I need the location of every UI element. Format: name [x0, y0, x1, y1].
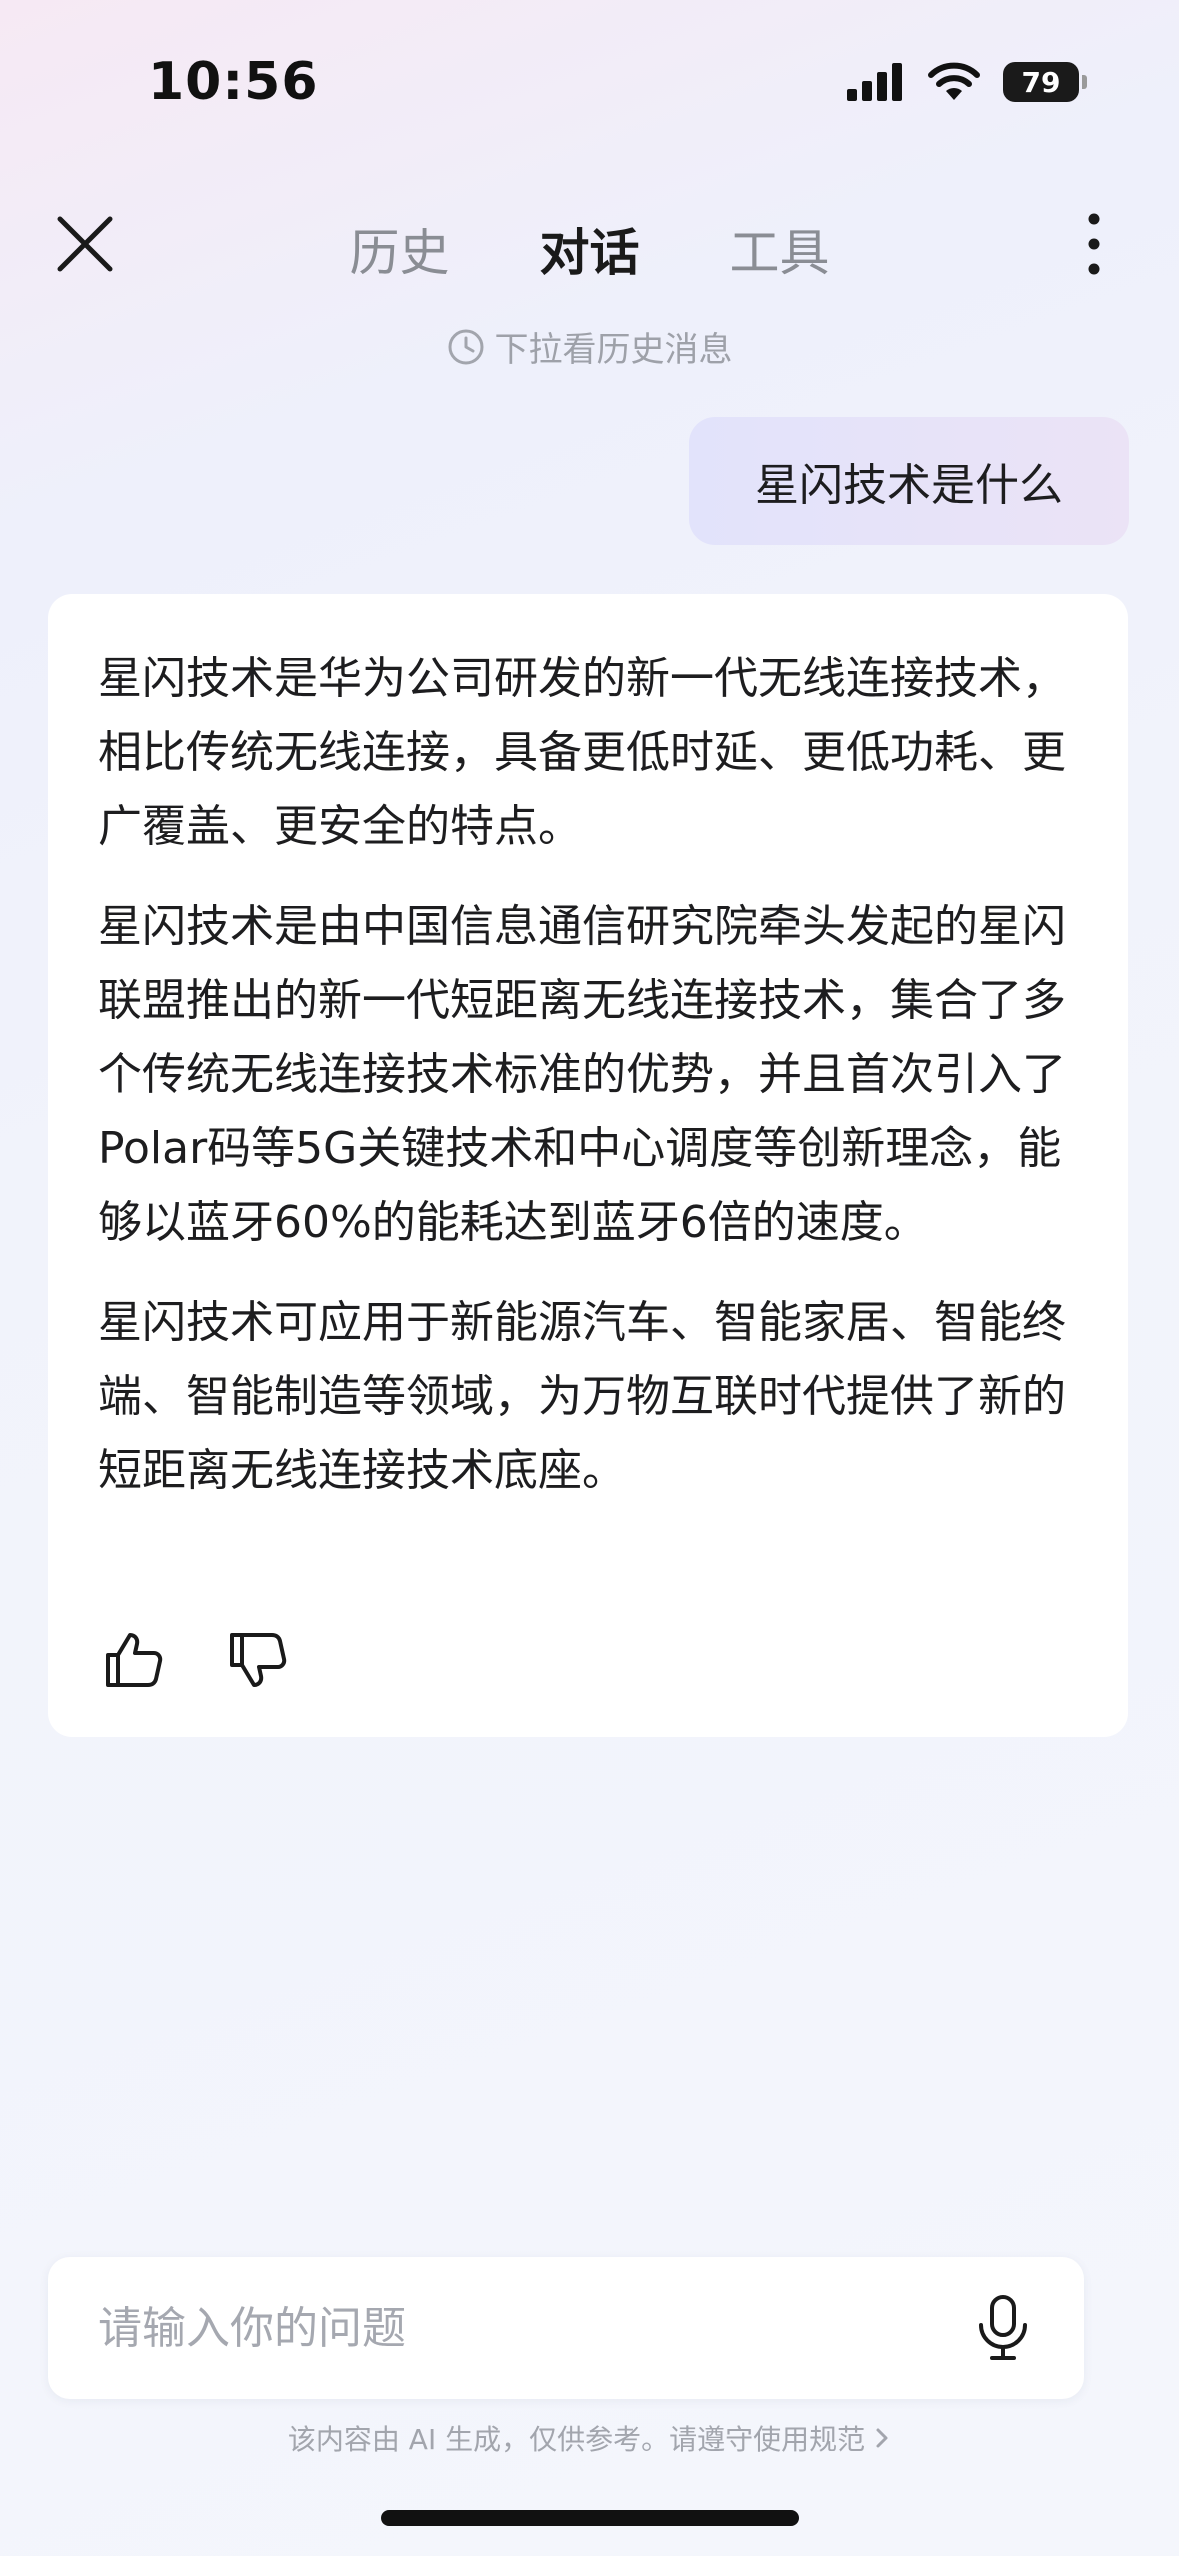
pull-history-label: 下拉看历史消息 — [494, 330, 733, 370]
feedback-row — [102, 1629, 288, 1691]
user-message-text: 星闪技术是什么 — [755, 460, 1063, 511]
wifi-icon — [928, 62, 980, 100]
disclaimer-text: 该内容由 AI 生成，仅供参考。请遵守使用规范 — [287, 2423, 866, 2456]
battery-level: 79 — [1021, 65, 1061, 99]
like-button[interactable] — [102, 1629, 164, 1691]
answer-paragraph: 星闪技术可应用于新能源汽车、智能家居、智能终端、智能制造等领域，为万物互联时代提… — [98, 1297, 1066, 1496]
tab-chat[interactable]: 对话 — [540, 213, 640, 285]
question-input[interactable] — [98, 2257, 978, 2399]
answer-card: 星闪技术是华为公司研发的新一代无线连接技术，相比传统无线连接，具备更低时延、更低… — [48, 594, 1128, 1737]
microphone-icon — [979, 2295, 1027, 2360]
cellular-signal-icon — [847, 63, 902, 101]
tab-history[interactable]: 历史 — [350, 213, 450, 285]
pull-history-hint[interactable]: 下拉看历史消息 — [0, 322, 1179, 371]
chevron-right-icon — [876, 2428, 888, 2448]
more-options-button[interactable] — [1079, 209, 1109, 279]
more-vertical-icon — [1088, 213, 1100, 275]
thumbs-up-icon — [106, 1633, 163, 1687]
home-indicator[interactable] — [381, 2510, 799, 2526]
battery-icon: 79 — [1003, 62, 1087, 102]
status-bar: 10:56 79 — [0, 0, 1179, 170]
chat-input-bar — [48, 2257, 1084, 2399]
answer-paragraph: 星闪技术是华为公司研发的新一代无线连接技术，相比传统无线连接，具备更低时延、更低… — [98, 653, 1066, 852]
clock-icon — [448, 329, 483, 364]
thumbs-down-icon — [230, 1633, 287, 1687]
voice-input-button[interactable] — [968, 2293, 1038, 2363]
status-time: 10:56 — [148, 52, 319, 112]
user-message-bubble: 星闪技术是什么 — [689, 417, 1129, 545]
answer-paragraph: 星闪技术是由中国信息通信研究院牵头发起的星闪联盟推出的新一代短距离无线连接技术，… — [98, 901, 1066, 1248]
tab-tools[interactable]: 工具 — [730, 213, 830, 285]
tab-bar: 历史 对话 工具 — [0, 213, 1179, 285]
ai-disclaimer-link[interactable]: 该内容由 AI 生成，仅供参考。请遵守使用规范 — [0, 2418, 1179, 2458]
dislike-button[interactable] — [226, 1629, 288, 1691]
status-icons: 79 — [847, 62, 1087, 102]
top-navigation: 历史 对话 工具 — [0, 195, 1179, 295]
